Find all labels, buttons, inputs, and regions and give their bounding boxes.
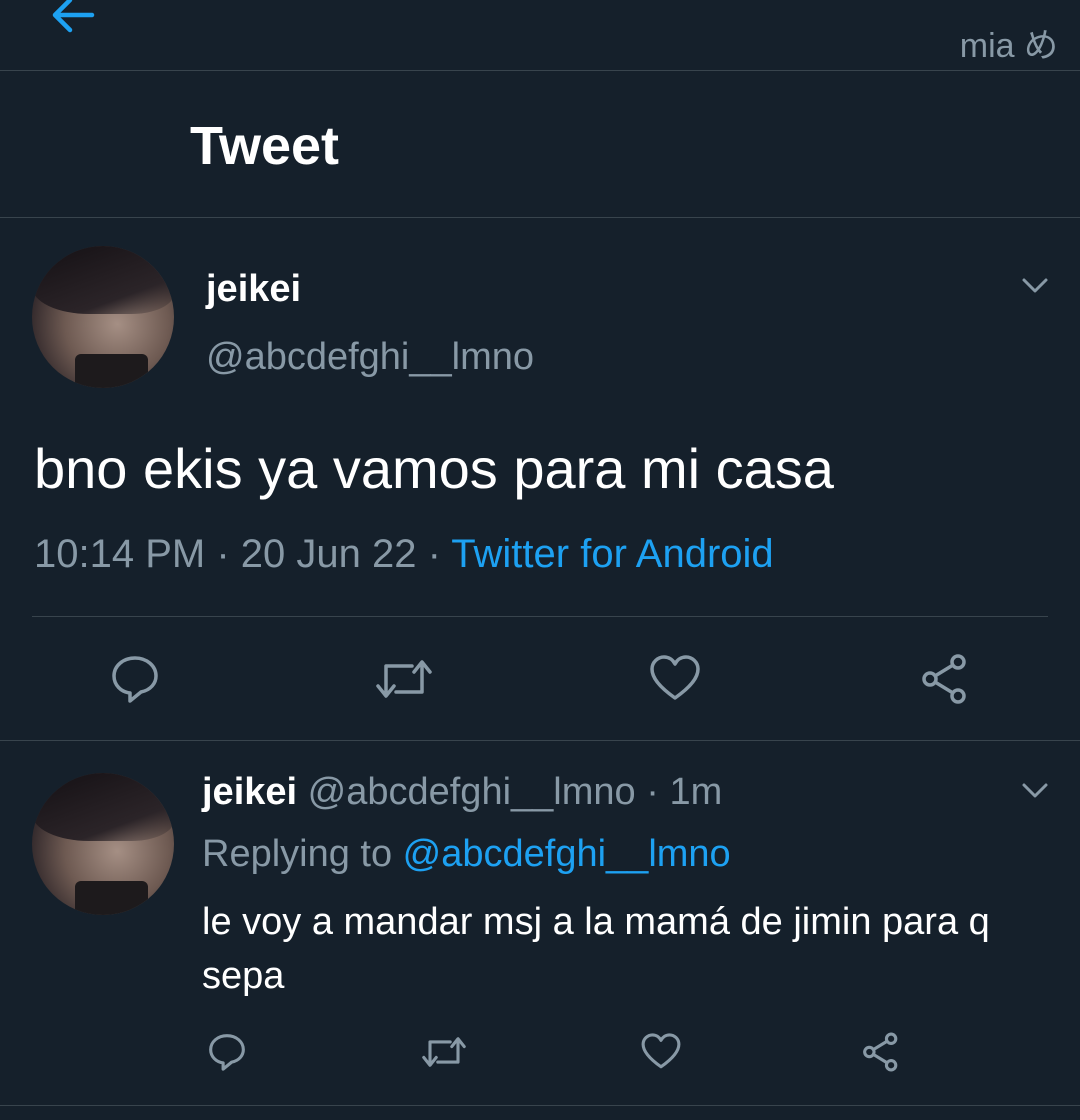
reply-text: le voy a mandar msj a la mamá de jimin p… [202,901,990,997]
share-icon [863,1032,898,1072]
tweet-meta: 10:14 PM · 20 Jun 22 · Twitter for Andro… [34,532,774,577]
tweet-time: 10:14 PM [34,532,206,576]
avatar[interactable] [32,246,174,388]
chevron-down-icon [1022,278,1048,293]
tweet-menu-button[interactable] [1020,775,1050,805]
reply-header: jeikei @abcdefghi__lmno · 1m [202,771,722,814]
back-button[interactable] [48,0,100,41]
top-app-bar: Tweet [0,0,1080,218]
meta-separator: · [635,771,670,813]
avatar[interactable] [32,773,174,915]
like-button[interactable] [640,1031,682,1073]
share-button[interactable] [918,652,972,706]
reply-tweet[interactable]: jeikei @abcdefghi__lmno · 1m Replying to… [0,741,1080,1106]
page-title: Tweet [190,116,340,176]
share-icon [922,654,966,704]
replying-to-mention[interactable]: @abcdefghi__lmno [403,833,731,875]
reply-author-handle[interactable]: @abcdefghi__lmno [308,771,636,813]
tweet-date: 20 Jun 22 [240,532,417,576]
meta-separator: · [416,532,452,576]
tweet-text: bno ekis ya vamos para mi casa [34,437,834,500]
arrow-left-icon [52,0,95,33]
reply-age: 1m [669,771,723,813]
like-button[interactable] [648,652,702,706]
reply-button[interactable] [206,1031,248,1073]
divider [32,616,1048,617]
status-bar: mia め [0,0,1080,71]
main-tweet: jeikei @abcdefghi__lmno bno ekis ya vamo… [0,218,1080,741]
chevron-down-icon [1022,783,1048,798]
tweet-author-handle[interactable]: @abcdefghi__lmno [206,336,534,379]
replying-to: Replying to @abcdefghi__lmno [202,833,731,876]
like-icon [641,1033,681,1069]
share-button[interactable] [860,1031,902,1073]
tweet-source-link[interactable]: Twitter for Android [451,532,773,576]
like-icon [650,655,700,700]
reply-button[interactable] [108,652,162,706]
retweet-button[interactable] [374,652,434,706]
replying-label: Replying to [202,833,403,875]
retweet-button[interactable] [420,1031,468,1073]
retweet-icon [376,660,432,698]
meta-separator: · [205,532,241,576]
retweet-icon [422,1037,466,1067]
status-bar-tag: mia め [959,27,1058,65]
reply-icon [209,1034,245,1071]
reply-icon [112,656,158,703]
tweet-author-name[interactable]: jeikei [206,268,301,311]
reply-author-name[interactable]: jeikei [202,771,297,813]
tweet-menu-button[interactable] [1020,270,1050,300]
